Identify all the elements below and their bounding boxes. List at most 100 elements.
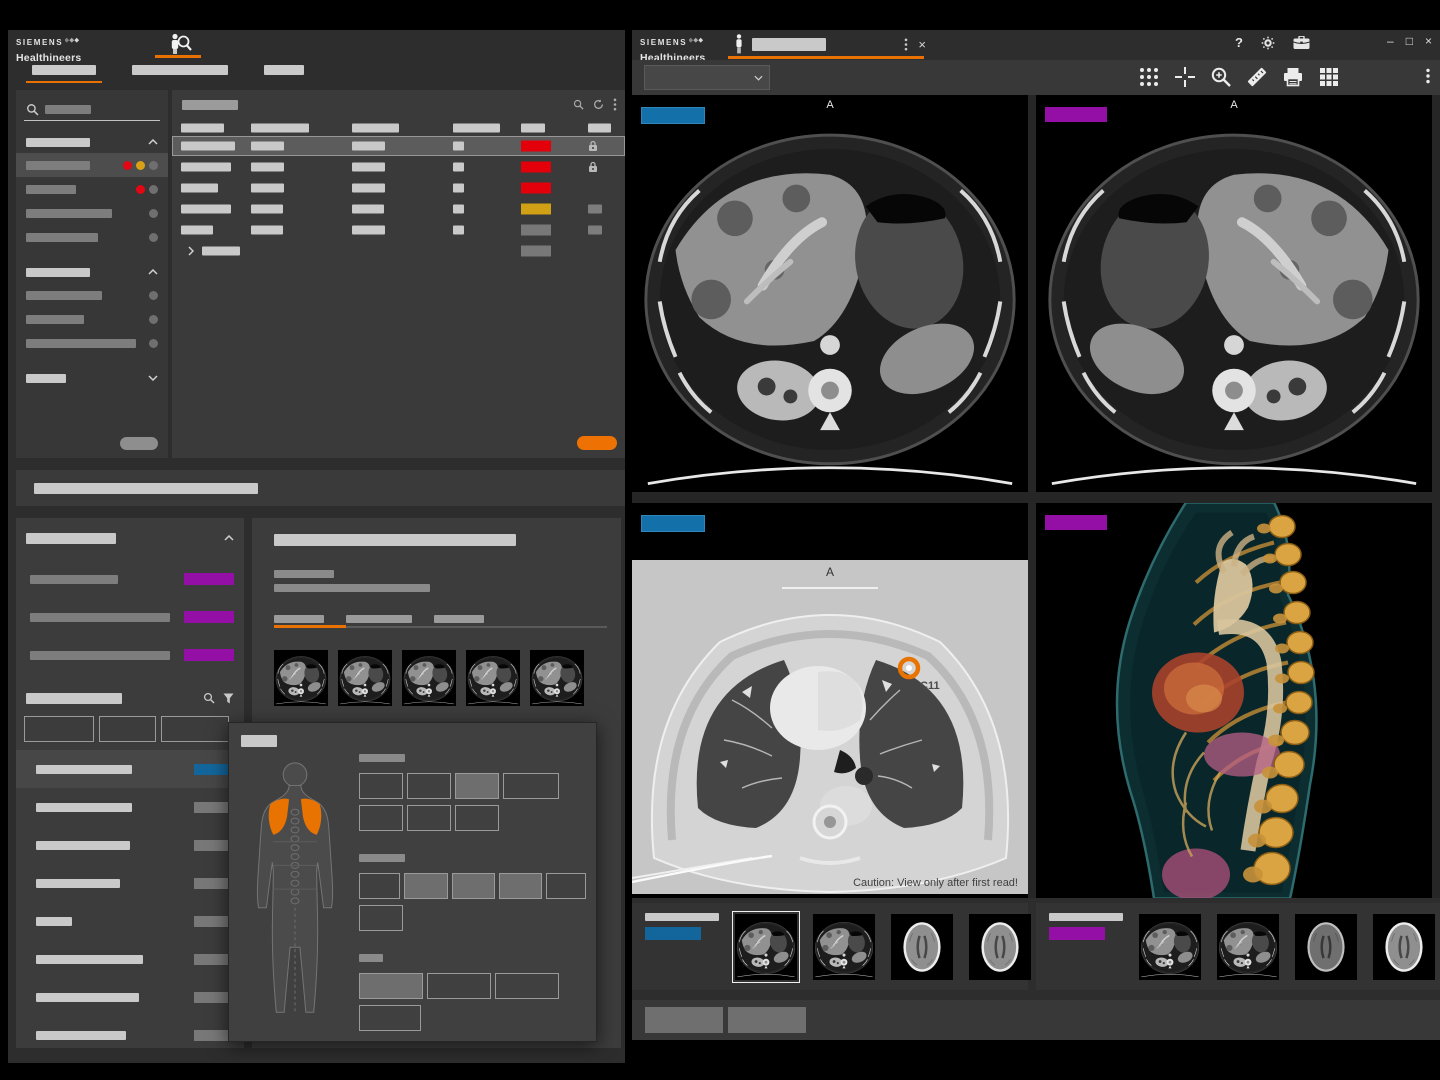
viewport-abdomen-1[interactable]: A <box>632 95 1028 492</box>
layout-grid-icon[interactable] <box>1318 66 1340 88</box>
series-strip-right <box>1036 903 1440 990</box>
viewport-3d-vrt[interactable] <box>1036 503 1432 898</box>
anatomy-region-box[interactable] <box>359 873 401 899</box>
study-row[interactable] <box>172 178 625 198</box>
series-thumbnail[interactable] <box>888 911 956 983</box>
filter-icon[interactable] <box>223 693 234 704</box>
anatomy-region-box[interactable] <box>495 973 559 999</box>
series-thumbnail[interactable] <box>1136 911 1204 983</box>
expand-row[interactable] <box>172 241 625 261</box>
anatomy-region-box[interactable] <box>407 805 451 831</box>
series-thumbnail[interactable] <box>732 911 800 983</box>
worklist-filter-button[interactable] <box>24 716 94 742</box>
worklist-row[interactable] <box>16 826 244 864</box>
anatomy-region-box[interactable] <box>404 873 448 899</box>
browser-tab[interactable] <box>22 59 106 83</box>
study-row[interactable] <box>172 220 625 240</box>
sidebar-item[interactable] <box>16 201 168 225</box>
worklist-filter-button[interactable] <box>99 716 156 742</box>
series-thumbnail[interactable] <box>1214 911 1282 983</box>
patient-tab[interactable]: × <box>728 32 930 56</box>
maximize-button[interactable]: □ <box>1406 34 1413 48</box>
table-search-icon[interactable] <box>573 99 584 110</box>
worklist-row[interactable] <box>16 902 244 940</box>
sidebar-item[interactable] <box>16 153 168 177</box>
kebab-menu-icon[interactable] <box>613 98 617 111</box>
body-silhouette <box>243 755 347 1031</box>
worklist-search-icon[interactable] <box>203 692 215 704</box>
preview-thumbnail[interactable] <box>338 650 392 706</box>
study-row[interactable] <box>172 136 625 156</box>
tab-kebab-icon[interactable] <box>904 38 908 51</box>
help-icon[interactable]: ? <box>1235 35 1243 50</box>
anatomy-region-box[interactable] <box>455 773 499 799</box>
sidebar-action-button[interactable] <box>120 437 158 450</box>
sidebar-group-header[interactable] <box>16 131 168 153</box>
redacted-text-bar <box>352 162 385 172</box>
sidebar-item[interactable] <box>16 225 168 249</box>
preview-thumbnail[interactable] <box>530 650 584 706</box>
toolbar-kebab-icon[interactable] <box>1426 68 1430 84</box>
series-thumbnail[interactable] <box>810 911 878 983</box>
worklist-filter-button[interactable] <box>161 716 229 742</box>
anatomy-region-box[interactable] <box>359 773 403 799</box>
worklist-row[interactable] <box>16 750 244 788</box>
anatomy-region-box[interactable] <box>451 873 496 899</box>
briefcase-icon[interactable] <box>1293 35 1310 50</box>
close-button[interactable]: × <box>1425 34 1432 48</box>
series-thumbnail[interactable] <box>1292 911 1360 983</box>
worklist-row[interactable] <box>16 978 244 1016</box>
sidebar-group-header[interactable] <box>16 261 168 283</box>
sidebar-item[interactable] <box>16 331 168 355</box>
preview-thumbnail[interactable] <box>274 650 328 706</box>
worklist-row[interactable] <box>16 788 244 826</box>
anatomy-region-box[interactable] <box>407 773 451 799</box>
worklist-row[interactable] <box>16 864 244 902</box>
anatomy-region-box[interactable] <box>455 805 499 831</box>
sidebar-search-input[interactable] <box>24 98 160 121</box>
preview-thumbnail[interactable] <box>402 650 456 706</box>
series-thumbnail[interactable] <box>966 911 1034 983</box>
anatomy-region-box[interactable] <box>359 1005 421 1031</box>
footer-button[interactable] <box>728 1007 806 1033</box>
refresh-icon[interactable] <box>593 99 604 110</box>
browser-tab[interactable] <box>122 59 238 83</box>
study-row[interactable] <box>172 199 625 219</box>
browser-tab[interactable] <box>254 59 314 83</box>
worklist-row[interactable] <box>16 940 244 978</box>
patient-search-app-tab[interactable] <box>158 32 200 55</box>
anatomy-region-box[interactable] <box>546 873 586 899</box>
primary-action-button[interactable] <box>577 436 617 450</box>
sidebar-item[interactable] <box>16 283 168 307</box>
viewport-chest[interactable]: A C11 Caution: View only after first rea… <box>632 503 1028 898</box>
search-icon <box>26 103 39 116</box>
footer-button[interactable] <box>645 1007 723 1033</box>
minimize-button[interactable]: – <box>1387 34 1394 48</box>
detail-panel-header[interactable] <box>26 528 234 548</box>
preview-thumbnail[interactable] <box>466 650 520 706</box>
layout-select[interactable] <box>644 65 770 90</box>
tab-close-icon[interactable]: × <box>918 37 926 52</box>
anatomy-region-box[interactable] <box>359 973 423 999</box>
redacted-text-bar <box>453 141 464 151</box>
anatomy-region-box[interactable] <box>499 873 543 899</box>
study-row[interactable] <box>172 157 625 177</box>
sidebar-item[interactable] <box>16 307 168 331</box>
printer-icon[interactable] <box>1282 66 1304 88</box>
zoom-icon[interactable] <box>1210 66 1232 88</box>
series-thumbnail[interactable] <box>1370 911 1438 983</box>
sidebar-item[interactable] <box>16 177 168 201</box>
anatomy-region-box[interactable] <box>359 805 403 831</box>
ruler-icon[interactable] <box>1246 66 1268 88</box>
gear-icon[interactable] <box>1261 35 1275 50</box>
viewport-abdomen-2[interactable]: A <box>1036 95 1432 492</box>
browser-upper-area <box>8 90 625 458</box>
sidebar-group-header[interactable] <box>16 367 168 389</box>
detail-header-bar <box>26 532 116 544</box>
worklist-row[interactable] <box>16 1016 244 1054</box>
dot-grid-icon[interactable] <box>1138 66 1160 88</box>
crosshair-icon[interactable] <box>1174 66 1196 88</box>
anatomy-region-box[interactable] <box>503 773 559 799</box>
anatomy-region-box[interactable] <box>359 905 403 931</box>
anatomy-region-box[interactable] <box>427 973 491 999</box>
